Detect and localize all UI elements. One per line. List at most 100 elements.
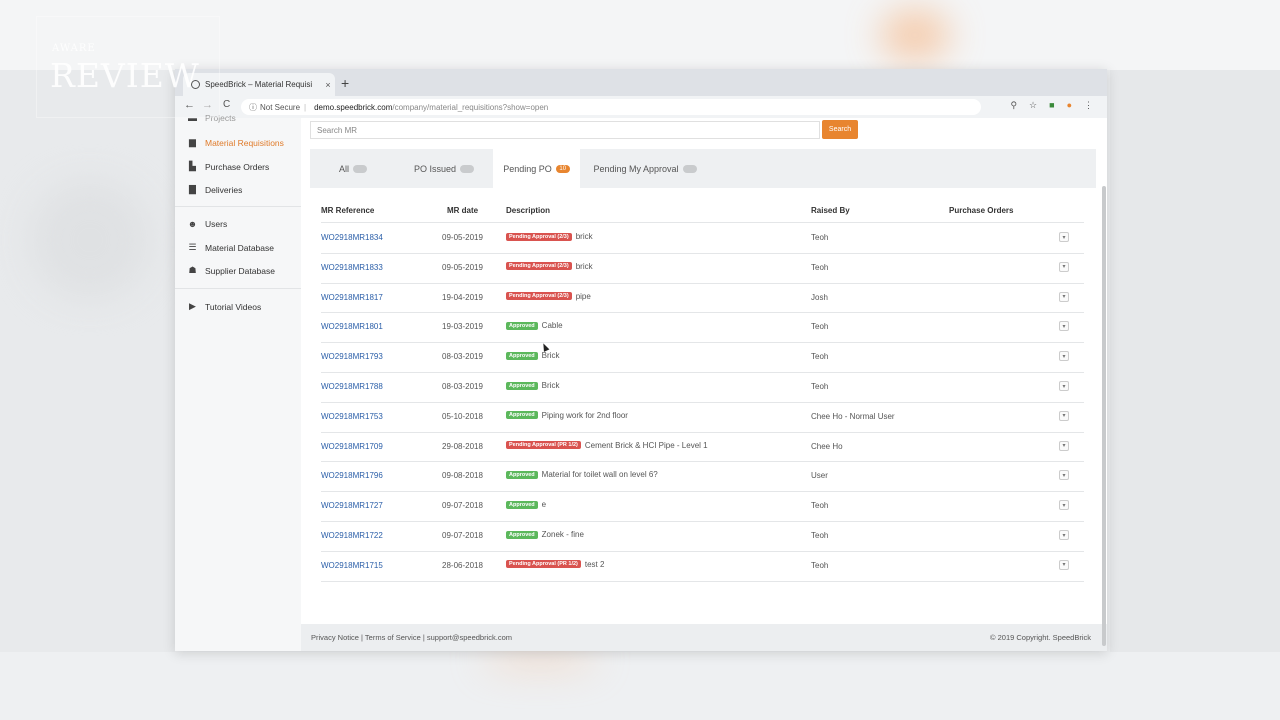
row-dropdown-icon[interactable]: ▾: [1059, 351, 1069, 362]
row-divider: [321, 580, 1084, 582]
table-row: WO2918MR1709 29-08-2018 Pending Approval (…: [301, 432, 1107, 462]
tab-all[interactable]: All: [310, 149, 396, 188]
tab-po-issued[interactable]: PO Issued: [396, 149, 492, 188]
raised-by: Teoh: [811, 382, 829, 391]
sidebar-divider: [175, 288, 301, 289]
extension-icon-2[interactable]: ●: [1067, 100, 1072, 111]
search-button[interactable]: Search: [822, 120, 858, 139]
row-dropdown-icon[interactable]: ▾: [1059, 232, 1069, 242]
raised-by: Teoh: [811, 322, 829, 332]
description-text: Brick: [541, 351, 560, 361]
description-text: pipe: [575, 291, 591, 301]
description-text: Material for toilet wall on level 6?: [541, 470, 658, 480]
footer-links[interactable]: Privacy Notice | Terms of Service | supp…: [311, 633, 512, 642]
description-text: Cable: [541, 321, 563, 331]
table-row: WO2918MR1833 09-05-2019 Pending Approval (…: [301, 253, 1107, 283]
row-dropdown-icon[interactable]: ▾: [1059, 261, 1069, 272]
mr-reference-link[interactable]: WO2918MR1709: [321, 442, 383, 451]
row-dropdown-icon[interactable]: ▾: [1059, 559, 1069, 570]
row-dropdown-icon[interactable]: ▾: [1059, 530, 1069, 540]
sidebar: ▬ Projects ▆ Material Requisitions ▙ Pur…: [175, 113, 301, 651]
status-tabs: All PO Issued Pending PO 10 Pending My A…: [310, 149, 1096, 188]
tab-pending-po[interactable]: Pending PO 10: [493, 149, 580, 188]
search-input[interactable]: Search MR: [310, 121, 820, 139]
table-row: WO2918MR1715 28-06-2018 Pending Approval (…: [301, 551, 1107, 581]
tab-label: All: [338, 163, 349, 174]
browser-window: SpeedBrick – Material Requisi × + ← → C …: [175, 69, 1107, 651]
description-text: brick: [575, 232, 593, 241]
sidebar-item-label: Users: [205, 219, 228, 229]
sidebar-item-label: Supplier Database: [205, 265, 275, 276]
sidebar-item-supplier-database[interactable]: ☗ Supplier Database: [187, 265, 275, 276]
raised-by: Teoh: [811, 262, 829, 272]
sidebar-item-material-database[interactable]: ☰ Material Database: [187, 242, 274, 253]
mr-date: 29-08-2018: [442, 441, 483, 451]
users-icon: ☻: [187, 219, 198, 229]
sidebar-item-material-requisitions[interactable]: ▆ Material Requisitions: [187, 137, 284, 148]
list-icon: ☰: [188, 242, 197, 252]
new-tab-button[interactable]: +: [341, 75, 349, 91]
sidebar-divider: [175, 206, 301, 207]
menu-icon[interactable]: ⋮: [1084, 100, 1093, 111]
column-header-purchase-orders[interactable]: Purchase Orders: [949, 206, 1013, 215]
table-row: WO2918MR1788 08-03-2019 Approved Brick Teoh ▾: [301, 372, 1107, 402]
status-badge: Approved: [506, 500, 538, 509]
column-header-description[interactable]: Description: [506, 206, 550, 215]
row-dropdown-icon[interactable]: ▾: [1059, 321, 1069, 332]
url-path: /company/material_requisitions?show=open: [392, 102, 549, 112]
sidebar-item-tutorial-videos[interactable]: ▶ Tutorial Videos: [187, 301, 261, 312]
scrollbar[interactable]: [1102, 186, 1106, 646]
row-dropdown-icon[interactable]: ▾: [1059, 470, 1069, 481]
table-row: WO2918MR1722 09-07-2018 Approved Zonek - fi…: [301, 521, 1107, 551]
mr-date: 19-04-2019: [442, 292, 483, 302]
raised-by: Chee Ho: [811, 441, 843, 451]
close-tab-icon[interactable]: ×: [321, 80, 335, 90]
mr-reference-link[interactable]: WO2918MR1722: [321, 531, 383, 540]
mr-reference-link[interactable]: WO2918MR1727: [321, 501, 383, 510]
address-bar[interactable]: ⓘ Not Secure | demo.speedbrick.com /comp…: [241, 99, 981, 115]
background-orange-blur: [880, 10, 950, 60]
mr-reference-link[interactable]: WO2918MR1793: [321, 352, 383, 361]
reload-icon[interactable]: C: [223, 99, 230, 110]
mr-reference-link[interactable]: WO2918MR1834: [321, 233, 383, 242]
sidebar-item-purchase-orders[interactable]: ▙ Purchase Orders: [187, 161, 269, 172]
table-row: WO2918MR1753 05-10-2018 Approved Piping wor…: [301, 402, 1107, 432]
mr-description: Approved e: [506, 500, 546, 509]
table-row: WO2918MR1817 19-04-2019 Pending Approval (…: [301, 283, 1107, 313]
mr-reference-link[interactable]: WO2918MR1796: [321, 471, 383, 480]
column-header-mr-reference[interactable]: MR Reference: [321, 206, 374, 215]
mr-date: 28-06-2018: [442, 560, 483, 570]
mr-description: Approved Zonek - fine: [506, 530, 584, 539]
address-bar-row: ← → C ⓘ Not Secure | demo.speedbrick.com…: [175, 96, 1107, 119]
mr-reference-link[interactable]: WO2918MR1817: [321, 293, 383, 302]
status-badge: Pending Approval (2/3): [506, 262, 572, 271]
status-badge: Pending Approval (2/3): [506, 232, 572, 241]
mr-reference-link[interactable]: WO2918MR1801: [321, 322, 383, 331]
mr-date: 09-08-2018: [442, 471, 483, 481]
sidebar-item-deliveries[interactable]: ▇ Deliveries: [187, 184, 242, 195]
extension-icon[interactable]: ■: [1049, 100, 1054, 111]
footer-copyright: © 2019 Copyright. SpeedBrick: [990, 633, 1091, 642]
row-dropdown-icon[interactable]: ▾: [1059, 410, 1069, 421]
table-row: WO2918MR1793 08-03-2019 Approved Brick Teoh ▾: [301, 342, 1107, 372]
mr-reference-link[interactable]: WO2918MR1833: [321, 263, 383, 272]
tab-label: Pending My Approval: [593, 163, 679, 174]
tab-pending-my-approval[interactable]: Pending My Approval: [580, 149, 710, 188]
row-dropdown-icon[interactable]: ▾: [1059, 500, 1069, 511]
browser-tabstrip: SpeedBrick – Material Requisi × +: [175, 69, 1107, 96]
sidebar-item-users[interactable]: ☻ Users: [187, 219, 227, 229]
status-badge: Approved: [506, 411, 538, 420]
row-dropdown-icon[interactable]: ▾: [1059, 291, 1069, 302]
mr-reference-link[interactable]: WO2918MR1753: [321, 412, 383, 421]
row-dropdown-icon[interactable]: ▾: [1059, 381, 1069, 391]
star-icon[interactable]: ☆: [1029, 100, 1037, 111]
mr-reference-link[interactable]: WO2918MR1788: [321, 382, 383, 391]
mr-reference-link[interactable]: WO2918MR1715: [321, 561, 383, 570]
column-header-mr-date[interactable]: MR date: [447, 206, 478, 215]
sidebar-item-label: Material Database: [205, 242, 274, 253]
zoom-icon[interactable]: ⚲: [1010, 100, 1017, 111]
column-header-raised-by[interactable]: Raised By: [811, 206, 850, 215]
row-dropdown-icon[interactable]: ▾: [1059, 440, 1069, 451]
background-bottom: [0, 652, 1280, 720]
background-grey-blur: [30, 180, 150, 300]
